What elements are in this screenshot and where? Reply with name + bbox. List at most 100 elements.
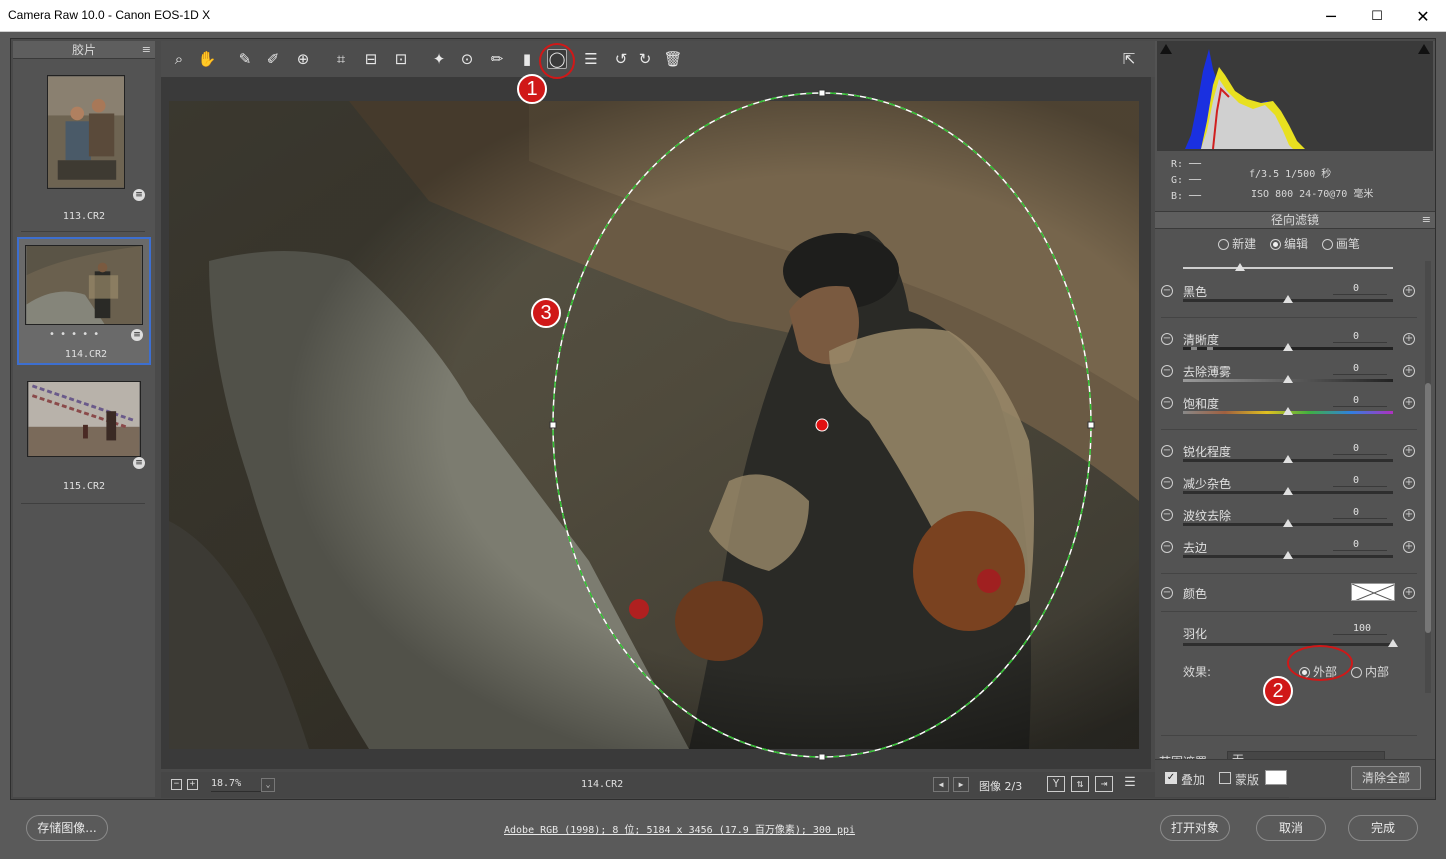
slider-value[interactable]: 0 — [1333, 283, 1387, 295]
copy-settings-icon[interactable]: ⇥ — [1095, 776, 1113, 792]
handle-top[interactable] — [818, 89, 826, 97]
increase-icon[interactable]: + — [1403, 477, 1415, 489]
blue-readout-value: ── — [1189, 191, 1202, 202]
decrease-icon[interactable]: − — [1161, 445, 1173, 457]
previous-image-icon[interactable]: ◀ — [933, 777, 949, 792]
mode-new[interactable]: 新建 — [1218, 237, 1256, 251]
zoom-dropdown-icon[interactable]: ⌄ — [261, 778, 275, 792]
rating-stars[interactable]: • • • • • — [49, 329, 100, 340]
decrease-icon[interactable]: − — [1161, 333, 1173, 345]
increase-icon[interactable]: + — [1403, 445, 1415, 457]
slider-thumb[interactable] — [1283, 295, 1293, 303]
before-after-icon[interactable]: Y — [1047, 776, 1065, 792]
transform-icon[interactable]: ⊡ — [391, 49, 411, 69]
slider-value[interactable]: 0 — [1333, 395, 1387, 407]
decrease-icon[interactable]: − — [1161, 541, 1173, 553]
adjustment-brush-icon[interactable]: ✏ — [487, 49, 507, 69]
crop-icon[interactable]: ⌗ — [331, 49, 351, 69]
increase-icon[interactable]: + — [1403, 365, 1415, 377]
swap-settings-icon[interactable]: ⇅ — [1071, 776, 1089, 792]
straighten-icon[interactable]: ⊟ — [361, 49, 381, 69]
slider-thumb[interactable] — [1283, 551, 1293, 559]
hand-icon[interactable]: ✋ — [197, 49, 217, 69]
trash-icon[interactable]: 🗑 — [663, 49, 683, 69]
rotate-cw-icon[interactable]: ↻ — [635, 49, 655, 69]
slider-thumb[interactable] — [1283, 375, 1293, 383]
effect-label: 效果: — [1183, 665, 1212, 679]
prev-slider-track[interactable] — [1183, 267, 1393, 269]
spot-removal-icon[interactable]: ✦ — [429, 49, 449, 69]
handle-right[interactable] — [1087, 421, 1095, 429]
iso-lens: ISO 800 24-70@70 毫米 — [1251, 189, 1374, 200]
slider-thumb[interactable] — [1283, 487, 1293, 495]
preferences-icon[interactable]: ☰ — [581, 49, 601, 69]
rotate-ccw-icon[interactable]: ↺ — [611, 49, 631, 69]
mode-brush[interactable]: 画笔 — [1321, 237, 1360, 251]
zoom-out-button[interactable]: − — [171, 779, 182, 790]
next-image-icon[interactable]: ▶ — [953, 777, 969, 792]
decrease-icon[interactable]: − — [1161, 365, 1173, 377]
panel-menu-icon[interactable]: ≡ — [1422, 212, 1431, 228]
color-sampler-icon[interactable]: ✐ — [263, 49, 283, 69]
feather-value[interactable]: 100 — [1333, 623, 1387, 635]
save-image-button[interactable]: 存储图像... — [26, 815, 108, 841]
slider-thumb[interactable] — [1283, 407, 1293, 415]
increase-icon[interactable]: + — [1403, 333, 1415, 345]
filmstrip-menu-icon[interactable]: ≡ — [142, 41, 151, 59]
slider-defringe: − 去边 0 + — [1155, 535, 1423, 567]
radial-filter-overlay[interactable] — [547, 87, 1095, 763]
slider-value[interactable]: 0 — [1333, 507, 1387, 519]
red-eye-icon[interactable]: ⊙ — [457, 49, 477, 69]
panel-title: 径向滤镜 — [1270, 213, 1319, 227]
prev-slider-thumb[interactable] — [1235, 263, 1245, 271]
mode-edit[interactable]: 编辑 — [1269, 237, 1308, 251]
increase-icon[interactable]: + — [1403, 541, 1415, 553]
feather-track[interactable] — [1183, 643, 1393, 646]
filmstrip-item-selected[interactable]: • • • • • ≡ 114.CR2 — [17, 237, 151, 365]
slider-thumb[interactable] — [1283, 343, 1293, 351]
panel-scrollbar[interactable] — [1425, 261, 1431, 693]
slider-thumb[interactable] — [1283, 519, 1293, 527]
maximize-button[interactable]: ☐ — [1354, 0, 1400, 32]
graduated-filter-icon[interactable]: ▮ — [517, 49, 537, 69]
zoom-in-button[interactable]: + — [187, 779, 198, 790]
filmstrip-item[interactable]: ≡ 113.CR2 — [17, 69, 151, 229]
slider-value[interactable]: 0 — [1333, 475, 1387, 487]
mask-checkbox[interactable] — [1219, 772, 1231, 784]
slider-thumb[interactable] — [1283, 455, 1293, 463]
open-object-button[interactable]: 打开对象 — [1160, 815, 1230, 841]
increase-icon[interactable]: + — [1403, 397, 1415, 409]
workflow-options-link[interactable]: Adobe RGB (1998); 8 位; 5184 x 3456 (17.9… — [504, 821, 855, 836]
clear-all-button[interactable]: 清除全部 — [1351, 766, 1421, 790]
fullscreen-icon[interactable]: ⇱ — [1119, 49, 1139, 69]
handle-left[interactable] — [549, 421, 557, 429]
decrease-icon[interactable]: − — [1161, 477, 1173, 489]
decrease-icon[interactable]: − — [1161, 509, 1173, 521]
effect-inside-radio[interactable]: 内部 — [1351, 663, 1389, 680]
done-button[interactable]: 完成 — [1348, 815, 1418, 841]
color-swatch[interactable] — [1351, 583, 1395, 601]
minimize-button[interactable]: ─ — [1308, 0, 1354, 32]
filmstrip-item[interactable]: ≡ 115.CR2 — [17, 375, 151, 501]
slider-value[interactable]: 0 — [1333, 539, 1387, 551]
target-adjust-icon[interactable]: ⊕ — [293, 49, 313, 69]
increase-icon[interactable]: + — [1403, 587, 1415, 599]
view-settings-icon[interactable]: ☰ — [1121, 776, 1139, 792]
mask-color-swatch[interactable] — [1265, 770, 1287, 785]
increase-icon[interactable]: + — [1403, 285, 1415, 297]
slider-value[interactable]: 0 — [1333, 331, 1387, 343]
decrease-icon[interactable]: − — [1161, 397, 1173, 409]
feather-thumb[interactable] — [1388, 639, 1398, 647]
slider-value[interactable]: 0 — [1333, 443, 1387, 455]
white-balance-icon[interactable]: ✎ — [235, 49, 255, 69]
close-button[interactable]: ✕ — [1400, 0, 1446, 32]
increase-icon[interactable]: + — [1403, 509, 1415, 521]
slider-value[interactable]: 0 — [1333, 363, 1387, 375]
decrease-icon[interactable]: − — [1161, 285, 1173, 297]
filter-center-pin[interactable] — [815, 418, 829, 432]
cancel-button[interactable]: 取消 — [1256, 815, 1326, 841]
decrease-icon[interactable]: − — [1161, 587, 1173, 599]
zoom-icon[interactable]: ⌕ — [169, 49, 189, 69]
overlay-checkbox[interactable]: ✓ — [1165, 772, 1177, 784]
handle-bottom[interactable] — [818, 753, 826, 761]
